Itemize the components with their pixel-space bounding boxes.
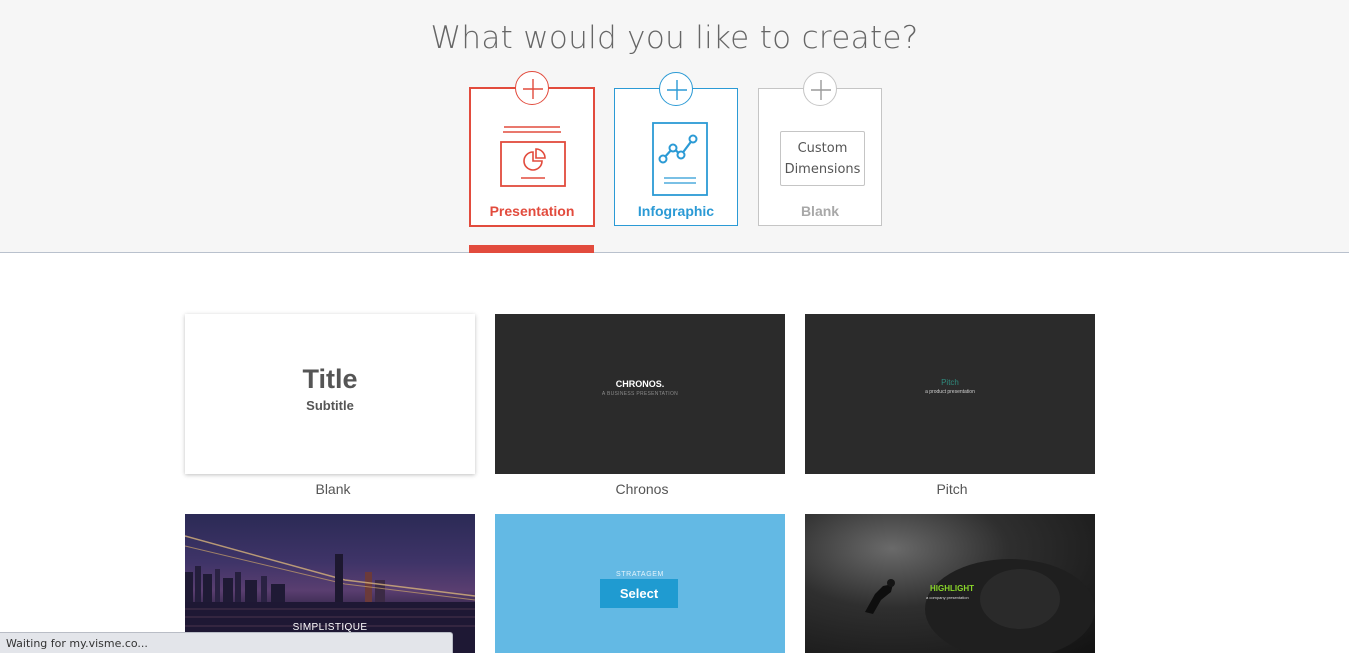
template-preview-title: CHRONOS.	[615, 379, 665, 389]
plus-icon[interactable]	[659, 72, 693, 106]
template-highlight[interactable]: HIGHLIGHT a company presentation	[805, 514, 1095, 653]
infographic-icon	[652, 122, 708, 196]
template-preview-title: Pitch	[941, 378, 959, 387]
template-name-pitch: Pitch	[936, 481, 968, 497]
type-card-presentation[interactable]: Presentation	[469, 71, 595, 227]
template-preview-subtitle: a company presentation	[926, 595, 969, 600]
custom-dimensions-box: Custom Dimensions	[780, 131, 865, 186]
template-preview-subtitle: A BUSINESS PRESENTATION	[601, 391, 679, 397]
create-type-header: What would you like to create? Presentat…	[0, 0, 1349, 253]
template-preview-subtitle: Subtitle	[306, 398, 354, 413]
page-title: What would you like to create?	[430, 20, 919, 56]
custom-dimensions-line1: Custom	[797, 141, 848, 156]
template-preview-subtitle: a product presentation	[925, 389, 975, 395]
selected-tab-indicator	[469, 245, 594, 253]
template-stratagem[interactable]: STRATAGEM Select	[495, 514, 785, 653]
select-template-button[interactable]: Select	[600, 579, 678, 608]
template-blank[interactable]: Title Subtitle	[185, 314, 475, 474]
plus-icon[interactable]	[803, 72, 837, 106]
plus-icon[interactable]	[515, 71, 549, 105]
template-preview-title: STRATAGEM	[616, 571, 664, 578]
type-card-infographic[interactable]: Infographic	[614, 72, 738, 226]
template-chronos[interactable]: CHRONOS. A BUSINESS PRESENTATION	[495, 314, 785, 474]
template-name-blank: Blank	[315, 481, 351, 497]
custom-dimensions-line2: Dimensions	[784, 162, 861, 177]
template-preview-title: Title	[302, 364, 358, 394]
template-name-chronos: Chronos	[615, 481, 669, 497]
template-preview-title: HIGHLIGHT	[930, 584, 974, 593]
presentation-icon	[500, 126, 566, 187]
template-pitch[interactable]: Pitch a product presentation	[805, 314, 1095, 474]
type-label-blank: Blank	[800, 203, 840, 219]
type-label-infographic: Infographic	[637, 203, 715, 219]
type-card-blank[interactable]: Custom Dimensions Blank	[758, 72, 882, 226]
browser-status-bar: Waiting for my.visme.co...	[0, 632, 453, 653]
type-label-presentation: Presentation	[489, 203, 575, 219]
